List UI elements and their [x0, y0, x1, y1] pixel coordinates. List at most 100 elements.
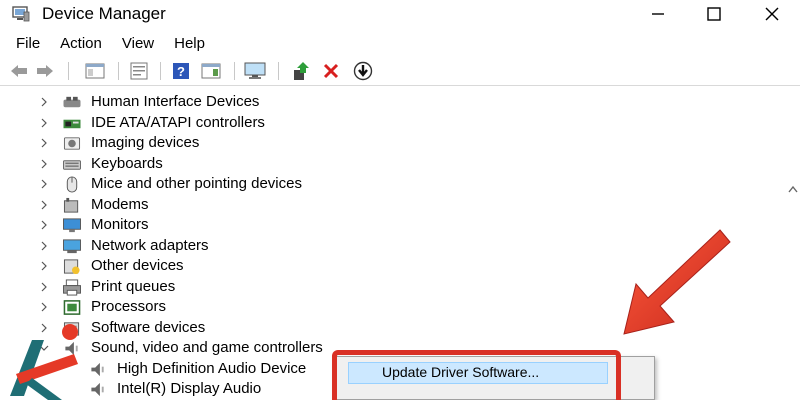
- tree-category-item[interactable]: Processors: [0, 297, 790, 317]
- tree-category-item[interactable]: Human Interface Devices: [0, 92, 790, 112]
- expand-chevron-icon[interactable]: [38, 198, 50, 212]
- tree-category-item[interactable]: Sound, video and game controllers: [0, 338, 790, 358]
- tree-item-label: Human Interface Devices: [91, 93, 260, 110]
- tree-category-item[interactable]: Network adapters: [0, 236, 790, 256]
- tree-category-item[interactable]: Print queues: [0, 277, 790, 297]
- context-menu: Update Driver Software...: [333, 356, 655, 400]
- tree-item-label: Processors: [91, 298, 167, 315]
- tree-item-label: Monitors: [91, 216, 149, 233]
- expand-chevron-icon[interactable]: [38, 116, 50, 130]
- tree-item-label: High Definition Audio Device: [117, 359, 307, 377]
- back-button[interactable]: [8, 61, 30, 81]
- expand-chevron-icon[interactable]: [38, 259, 50, 273]
- monitor-icon: [244, 62, 266, 79]
- expand-chevron-icon[interactable]: [38, 177, 50, 191]
- menu-file[interactable]: File: [8, 33, 48, 54]
- expand-chevron-icon[interactable]: [38, 239, 50, 253]
- tree-category-item[interactable]: Monitors: [0, 215, 790, 235]
- printer-icon: [62, 278, 82, 296]
- modem-icon: [62, 197, 82, 214]
- tree-item-label: Keyboards: [91, 154, 163, 172]
- menu-action[interactable]: Action: [52, 33, 110, 54]
- toolbar-separator: [160, 62, 161, 80]
- action-pane-icon: [201, 63, 221, 79]
- update-driver-icon: [294, 62, 309, 80]
- collapse-chevron-icon[interactable]: [38, 341, 50, 355]
- tree-item-label: Other devices: [91, 257, 184, 274]
- tree-item-label: Intel(R) Display Audio: [117, 380, 262, 397]
- tree-category-item[interactable]: Other devices: [0, 256, 790, 276]
- scan-hardware-icon: [353, 61, 373, 81]
- menu-item-label: Update Driver Software...: [382, 364, 540, 380]
- help-icon: ?: [173, 63, 189, 79]
- mouse-icon: [62, 176, 82, 193]
- expand-chevron-icon[interactable]: [38, 95, 50, 109]
- menu-view[interactable]: View: [114, 33, 162, 54]
- back-arrow-icon: [11, 65, 27, 77]
- tree-item-label: Modems: [91, 195, 149, 213]
- scan-hardware-button[interactable]: [352, 61, 374, 81]
- expand-chevron-icon[interactable]: [38, 280, 50, 294]
- window-title: Device Manager: [42, 4, 166, 23]
- monitor-icon: [62, 217, 82, 234]
- menu-help[interactable]: Help: [166, 33, 213, 54]
- speaker-icon: [62, 340, 82, 357]
- close-icon: [765, 7, 779, 21]
- speaker-icon: [88, 361, 108, 378]
- tree-item-label: IDE ATA/ATAPI controllers: [91, 113, 265, 131]
- tree-item-label: Imaging devices: [91, 134, 200, 151]
- expand-chevron-icon[interactable]: [38, 321, 50, 335]
- camera-icon: [62, 135, 82, 152]
- tree-item-label: Sound, video and game controllers: [91, 339, 323, 356]
- device-tree: Human Interface Devices IDE ATA/ATAPI con…: [0, 87, 800, 400]
- tree-category-item[interactable]: Keyboards: [0, 154, 790, 174]
- title-bar: Device Manager: [0, 0, 800, 30]
- update-driver-software-menu-item[interactable]: Update Driver Software...: [348, 362, 608, 384]
- tree-category-item[interactable]: IDE ATA/ATAPI controllers: [0, 113, 790, 133]
- processor-icon: [62, 299, 82, 316]
- device-manager-icon: [12, 6, 30, 22]
- tree-category-item[interactable]: Modems: [0, 195, 790, 215]
- properties-icon: [130, 62, 148, 80]
- action-pane-button[interactable]: [200, 61, 222, 81]
- expand-chevron-icon[interactable]: [38, 300, 50, 314]
- toolbar-separator: [68, 62, 69, 80]
- expand-chevron-icon[interactable]: [38, 136, 50, 150]
- software-device-icon: [62, 320, 82, 337]
- toolbar-separator: [234, 62, 235, 80]
- unknown-device-icon: [62, 258, 82, 275]
- tree-item-label: Software devices: [91, 318, 206, 336]
- show-hide-console-tree-icon: [85, 63, 105, 79]
- expand-chevron-icon[interactable]: [38, 157, 50, 171]
- maximize-button[interactable]: [686, 0, 742, 28]
- network-adapter-icon: [62, 238, 82, 255]
- tree-item-label: Print queues: [91, 277, 176, 295]
- properties-button[interactable]: [128, 61, 150, 81]
- keyboard-icon: [62, 156, 82, 173]
- tree-category-item[interactable]: Software devices: [0, 318, 790, 338]
- forward-button[interactable]: [34, 61, 56, 81]
- menu-bar: File Action View Help: [0, 30, 800, 56]
- ide-controller-icon: [62, 115, 82, 132]
- toolbar-separator: [118, 62, 119, 80]
- tree-item-label: Mice and other pointing devices: [91, 175, 302, 192]
- uninstall-button[interactable]: [320, 61, 342, 81]
- tree-category-item[interactable]: Mice and other pointing devices: [0, 174, 790, 194]
- hid-icon: [62, 94, 82, 111]
- toolbar-separator: [278, 62, 279, 80]
- svg-text:?: ?: [177, 64, 185, 79]
- forward-arrow-icon: [37, 65, 53, 77]
- minimize-icon: [652, 13, 664, 15]
- tree-category-item[interactable]: Imaging devices: [0, 133, 790, 153]
- update-driver-button[interactable]: [290, 61, 312, 81]
- display-button[interactable]: [244, 61, 266, 81]
- tree-item-label: Network adapters: [91, 236, 209, 254]
- close-button[interactable]: [744, 0, 800, 28]
- toolbar: ?: [0, 56, 800, 86]
- expand-chevron-icon[interactable]: [38, 218, 50, 232]
- speaker-icon: [88, 381, 108, 398]
- maximize-icon: [707, 7, 721, 21]
- console-tree-button[interactable]: [84, 61, 106, 81]
- help-button[interactable]: ?: [170, 61, 192, 81]
- minimize-button[interactable]: [630, 0, 686, 28]
